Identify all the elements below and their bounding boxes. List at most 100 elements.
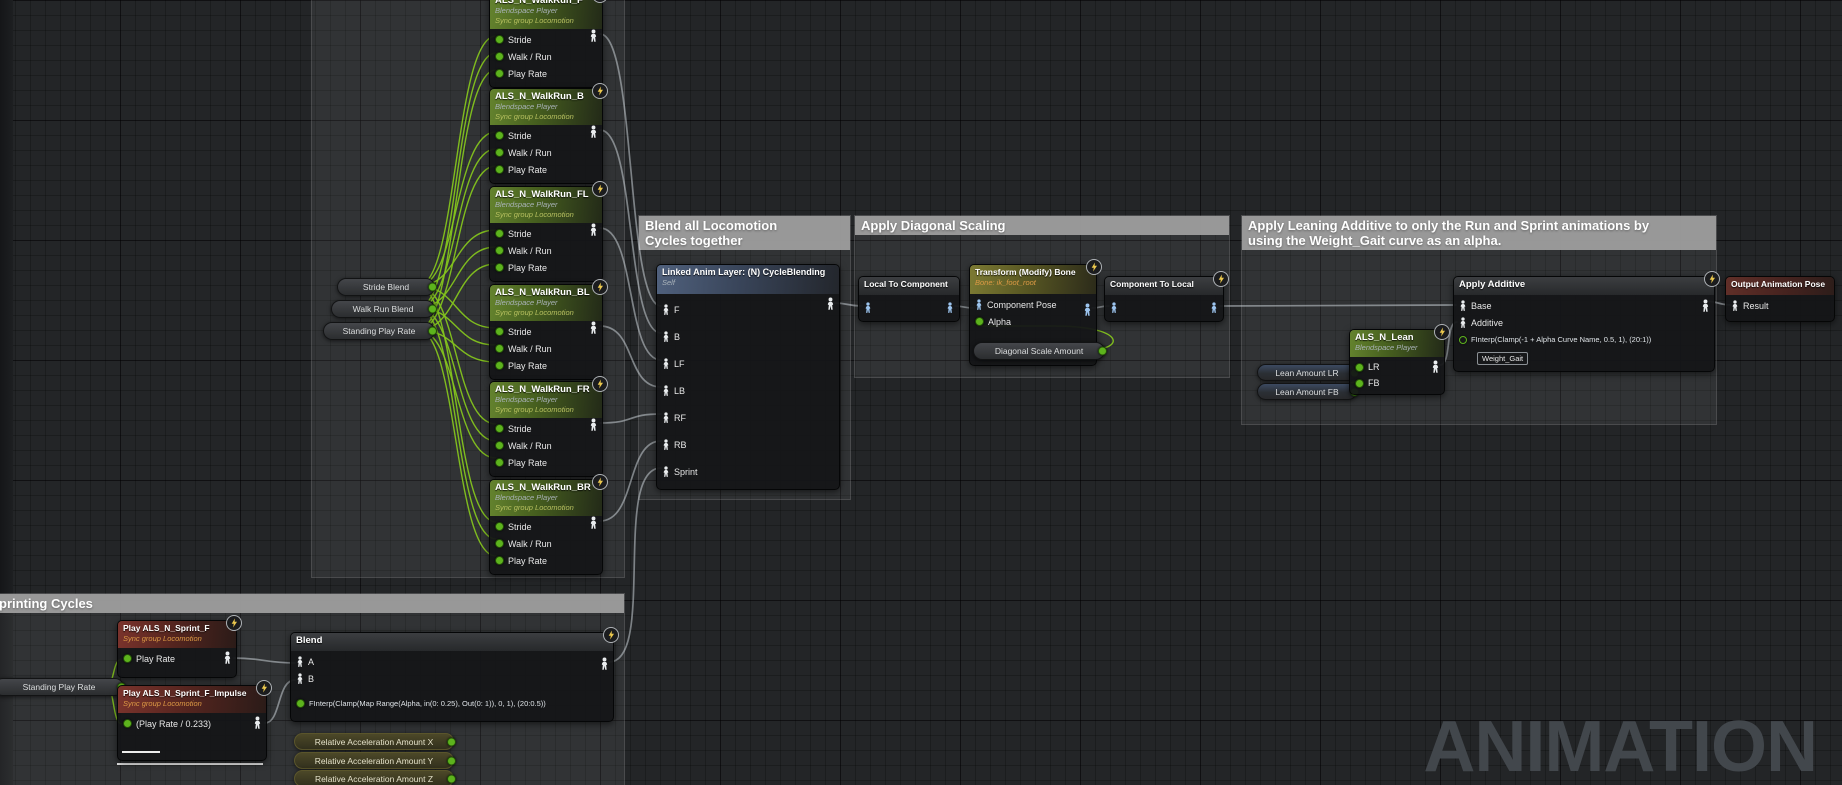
pin-rb[interactable]: RB	[657, 431, 839, 458]
pin-walk-run[interactable]: Walk / Run	[490, 340, 602, 357]
pin-walk-run[interactable]: Walk / Run	[490, 48, 602, 65]
node-apply-additive[interactable]: Apply Additive Base Additive FInterp(Cla…	[1453, 276, 1715, 372]
pose-output-pin[interactable]	[589, 223, 598, 236]
pin-fb[interactable]: FB	[1350, 375, 1444, 391]
pin-base[interactable]: Base	[1454, 297, 1714, 314]
node-subtitle: Self	[662, 278, 834, 288]
output-pin[interactable]	[447, 756, 456, 765]
pin-walk-run[interactable]: Walk / Run	[490, 535, 602, 552]
node-als-n-walkrun-bl[interactable]: ALS_N_WalkRun_BL Blendspace Player Sync …	[489, 284, 603, 380]
pill-diagonal-scale-amount[interactable]: Diagonal Scale Amount	[973, 342, 1105, 360]
node-als-n-walkrun-f[interactable]: ALS_N_WalkRun_F Blendspace Player Sync g…	[489, 0, 603, 88]
pin-b[interactable]: B	[291, 670, 613, 687]
node-local-to-component[interactable]: Local To Component	[858, 276, 960, 322]
pose-output-pin[interactable]	[253, 716, 262, 729]
pin-additive[interactable]: Additive	[1454, 314, 1714, 331]
pill-walk-run-blend[interactable]: Walk Run Blend	[331, 300, 435, 318]
pin-stride[interactable]: Stride	[490, 518, 602, 535]
pin-stride[interactable]: Stride	[490, 420, 602, 437]
pin-walk-run[interactable]: Walk / Run	[490, 242, 602, 259]
pin-component-pose[interactable]: Component Pose	[970, 296, 1096, 313]
pose-output-pin[interactable]	[1701, 299, 1710, 312]
pin-play-rate[interactable]: Play Rate	[118, 650, 236, 667]
pill-relative-acceleration-x[interactable]: Relative Acceleration Amount X	[294, 733, 454, 750]
pill-relative-acceleration-y[interactable]: Relative Acceleration Amount Y	[294, 752, 454, 769]
output-pin[interactable]	[428, 283, 437, 292]
pose-output-pin[interactable]	[600, 657, 609, 670]
pin-lr[interactable]: LR	[1350, 359, 1444, 375]
output-pin[interactable]	[1098, 347, 1107, 356]
comment-title-bar[interactable]: Apply Leaning Additive to only the Run a…	[1242, 216, 1716, 250]
node-output-animation-pose[interactable]: Output Animation Pose Result	[1725, 276, 1835, 322]
pin-play-rate[interactable]: Play Rate	[490, 161, 602, 178]
pin-alpha-expression[interactable]: FInterp(Clamp(-1 + Alpha Curve Name, 0.5…	[1454, 331, 1714, 348]
pin-dot	[495, 522, 504, 531]
pose-input-pin[interactable]	[1110, 302, 1118, 313]
pin-sprint[interactable]: Sprint	[657, 458, 839, 485]
pill-lean-amount-fb[interactable]: Lean Amount FB	[1257, 383, 1357, 400]
node-play-als-n-sprint-f[interactable]: Play ALS_N_Sprint_F Sync group Locomotio…	[117, 620, 237, 678]
comment-title-bar[interactable]: Apply Diagonal Scaling	[855, 216, 1229, 235]
node-linked-anim-layer-cycleblending[interactable]: Linked Anim Layer: (N) CycleBlending Sel…	[656, 264, 840, 490]
pose-pin-icon	[662, 385, 670, 396]
node-component-to-local[interactable]: Component To Local	[1104, 276, 1224, 322]
output-pin[interactable]	[428, 327, 437, 336]
pose-output-pin[interactable]	[589, 29, 598, 42]
pin-alpha[interactable]: Alpha	[970, 313, 1096, 330]
pin-play-rate[interactable]: (Play Rate / 0.233)	[118, 715, 266, 732]
pin-walk-run[interactable]: Walk / Run	[490, 437, 602, 454]
pose-output-pin[interactable]	[1431, 360, 1440, 373]
pose-output-pin[interactable]	[589, 321, 598, 334]
pin-walk-run[interactable]: Walk / Run	[490, 144, 602, 161]
pill-lean-amount-lr[interactable]: Lean Amount LR	[1257, 364, 1357, 381]
pin-f[interactable]: F	[657, 296, 839, 323]
pin-lb[interactable]: LB	[657, 377, 839, 404]
node-als-n-walkrun-br[interactable]: ALS_N_WalkRun_BR Blendspace Player Sync …	[489, 479, 603, 575]
pin-dot	[296, 699, 305, 708]
pose-input-pin[interactable]	[864, 302, 872, 313]
pin-stride[interactable]: Stride	[490, 31, 602, 48]
pin-result[interactable]: Result	[1726, 297, 1834, 314]
node-play-als-n-sprint-f-impulse[interactable]: Play ALS_N_Sprint_F_Impulse Sync group L…	[117, 685, 267, 761]
fast-path-icon	[1434, 324, 1450, 340]
pin-alpha-expression[interactable]: FInterp(Clamp(Map Range(Alpha, in(0: 0.2…	[291, 695, 613, 712]
pose-output-pin[interactable]	[589, 516, 598, 529]
pill-stride-blend[interactable]: Stride Blend	[337, 278, 435, 296]
node-blend[interactable]: Blend A B FInterp(Clamp(Map Range(Alpha,…	[290, 632, 614, 722]
node-als-n-lean[interactable]: ALS_N_Lean Blendspace Player LR FB	[1349, 329, 1445, 395]
animgraph-canvas[interactable]: Blend all Locomotion Cycles together App…	[0, 0, 1842, 785]
curve-name-box[interactable]: Weight_Gait	[1477, 352, 1528, 365]
pin-stride[interactable]: Stride	[490, 225, 602, 242]
node-als-n-walkrun-fl[interactable]: ALS_N_WalkRun_FL Blendspace Player Sync …	[489, 186, 603, 282]
comment-title-bar[interactable]: printing Cycles	[0, 594, 624, 613]
pill-standing-play-rate-sprint[interactable]: Standing Play Rate	[0, 678, 124, 696]
pin-play-rate[interactable]: Play Rate	[490, 552, 602, 569]
pin-play-rate[interactable]: Play Rate	[490, 65, 602, 82]
pin-lf[interactable]: LF	[657, 350, 839, 377]
fast-path-icon	[592, 376, 608, 392]
node-als-n-walkrun-b[interactable]: ALS_N_WalkRun_B Blendspace Player Sync g…	[489, 88, 603, 184]
pin-a[interactable]: A	[291, 653, 613, 670]
comment-title-bar[interactable]: Blend all Locomotion Cycles together	[639, 216, 850, 250]
pin-b[interactable]: B	[657, 323, 839, 350]
pose-output-pin[interactable]	[1083, 303, 1092, 316]
pin-rf[interactable]: RF	[657, 404, 839, 431]
pose-output-pin[interactable]	[826, 297, 835, 310]
pose-output-pin[interactable]	[946, 302, 954, 313]
pose-output-pin[interactable]	[589, 418, 598, 431]
pill-relative-acceleration-z[interactable]: Relative Acceleration Amount Z	[294, 770, 454, 785]
output-pin[interactable]	[447, 774, 456, 783]
pin-stride[interactable]: Stride	[490, 127, 602, 144]
pin-stride[interactable]: Stride	[490, 323, 602, 340]
node-als-n-walkrun-fr[interactable]: ALS_N_WalkRun_FR Blendspace Player Sync …	[489, 381, 603, 477]
pill-standing-play-rate[interactable]: Standing Play Rate	[323, 322, 435, 340]
pose-output-pin[interactable]	[223, 651, 232, 664]
output-pin[interactable]	[447, 737, 456, 746]
output-pin[interactable]	[428, 305, 437, 314]
pin-play-rate[interactable]: Play Rate	[490, 259, 602, 276]
pin-play-rate[interactable]: Play Rate	[490, 454, 602, 471]
pin-play-rate[interactable]: Play Rate	[490, 357, 602, 374]
pose-output-pin[interactable]	[589, 125, 598, 138]
pose-output-pin[interactable]	[1210, 302, 1218, 313]
pose-pin-icon	[662, 331, 670, 342]
